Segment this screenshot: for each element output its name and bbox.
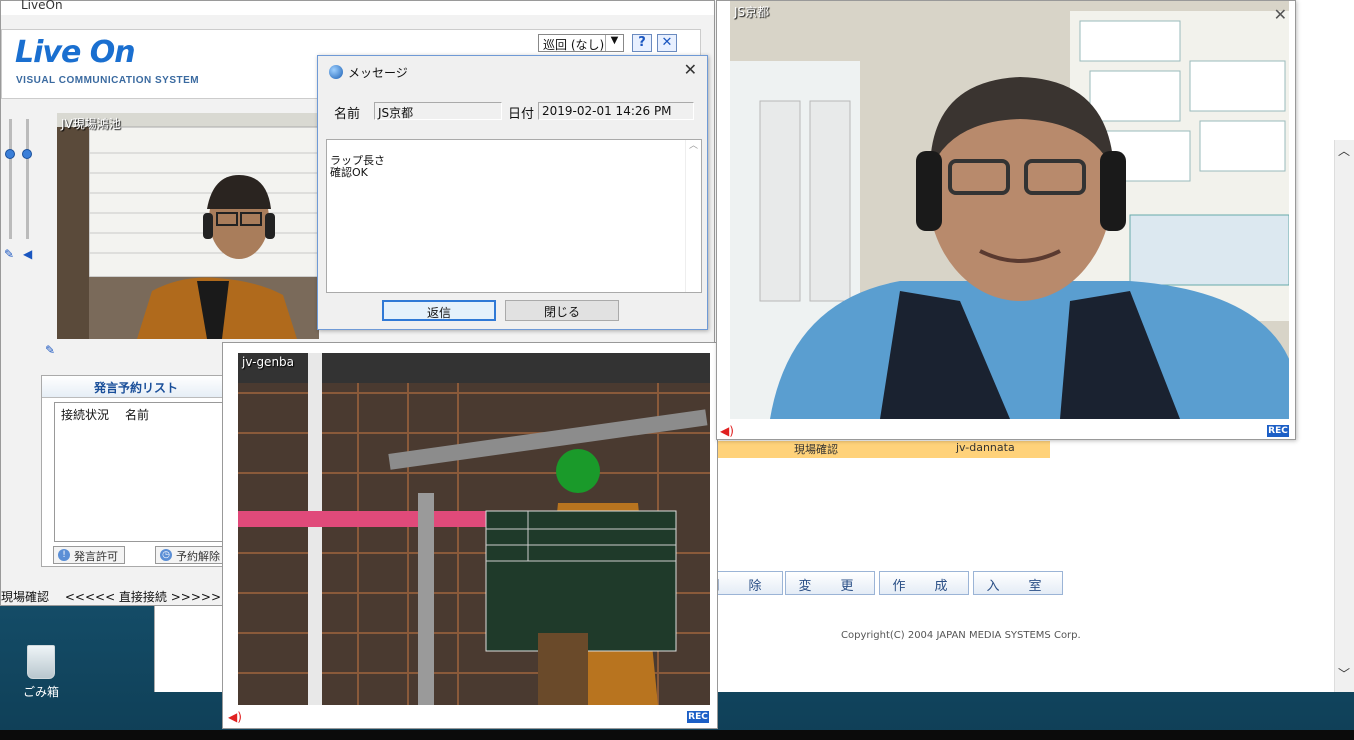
scroll-up-icon[interactable]: ︿ — [1338, 142, 1350, 159]
recycle-bin-icon — [27, 645, 55, 679]
create-button[interactable]: 作 成 — [879, 571, 969, 595]
genba-video-label: jv-genba — [242, 355, 295, 369]
title-bar[interactable]: LiveOn — [1, 0, 714, 15]
table-cell: jv-dannata — [956, 441, 1015, 454]
genba-video-window: jv-genba ◀) REC — [222, 342, 718, 729]
logo-subtitle: VISUAL COMMUNICATION SYSTEM — [16, 75, 200, 86]
reservation-title: 発言予約リスト — [42, 376, 230, 398]
taskbar[interactable] — [0, 730, 1354, 740]
mic-slider[interactable] — [26, 119, 29, 239]
enter-room-button[interactable]: 入 室 — [973, 571, 1063, 595]
table-row[interactable]: 現場確認 jv-dannata — [718, 441, 1050, 458]
message-scrollbar[interactable]: ︿ — [685, 140, 701, 292]
column-header-name: 名前 — [125, 408, 150, 422]
volume-slider-knob[interactable] — [5, 149, 15, 159]
patrol-select[interactable]: 巡回 (なし) ▼ — [538, 34, 624, 52]
sender-name-field: JS京都 — [374, 102, 502, 120]
reservation-list[interactable]: 接続状況 名前 — [54, 402, 226, 542]
message-text: ラップ長さ 確認OK — [330, 154, 385, 179]
dialog-title: メッセージ — [348, 66, 408, 80]
help-button[interactable]: ? — [632, 34, 652, 52]
copyright-text: Copyright(C) 2004 JAPAN MEDIA SYSTEMS Co… — [841, 630, 1081, 641]
date-label: 日付 — [508, 107, 535, 122]
speaker-icon[interactable]: ◀) — [228, 711, 242, 723]
message-dialog: メッセージ ✕ 名前 JS京都 日付 2019-02-01 14:26 PM ラ… — [317, 55, 708, 330]
local-video: JV現場鴻池 — [57, 113, 319, 339]
close-dialog-button[interactable]: 閉じる — [505, 300, 619, 321]
vertical-scrollbar[interactable]: ︿ ﹀ — [1334, 140, 1354, 692]
scroll-down-icon[interactable]: ﹀ — [1338, 665, 1350, 682]
permit-speak-button[interactable]: ! 発言許可 — [53, 546, 125, 564]
reply-button[interactable]: 返信 — [382, 300, 496, 321]
kyoto-video: JS京都 — [730, 1, 1289, 419]
cancel-reservation-button[interactable]: ◷ 予約解除 — [155, 546, 227, 564]
status-connection: <<<<< 直接接続 >>>>> — [64, 590, 222, 604]
close-icon[interactable]: ✕ — [1274, 5, 1287, 24]
name-label: 名前 — [334, 107, 361, 122]
rec-badge[interactable]: REC — [687, 711, 709, 723]
patrol-select-value: 巡回 (なし) — [543, 38, 605, 52]
permit-speak-label: 発言許可 — [74, 550, 118, 563]
volume-slider[interactable] — [9, 119, 12, 239]
table-cell: 現場確認 — [794, 443, 838, 456]
speak-reservation-panel: 発言予約リスト 接続状況 名前 — [41, 375, 231, 567]
genba-video: jv-genba — [238, 353, 710, 705]
status-left: 現場確認 — [1, 590, 50, 604]
liveon-logo: Live On — [15, 35, 136, 70]
window-title: LiveOn — [21, 0, 63, 12]
column-header-status: 接続状況 — [61, 408, 110, 422]
close-button[interactable]: ✕ — [657, 34, 677, 52]
info-icon: ! — [58, 549, 70, 561]
mic-icon[interactable]: ✎ — [4, 247, 14, 261]
mic-slider-knob[interactable] — [22, 149, 32, 159]
rec-badge[interactable]: REC — [1267, 425, 1289, 437]
kyoto-video-window: JS京都 ✕ ◀) REC — [716, 0, 1296, 440]
message-body[interactable]: ラップ長さ 確認OK ︿ — [326, 139, 702, 293]
close-icon[interactable]: ✕ — [684, 60, 697, 79]
speaker-icon[interactable]: ◀ — [23, 247, 32, 261]
recycle-bin-shortcut[interactable]: ごみ箱 — [18, 645, 64, 700]
clock-icon: ◷ — [160, 549, 172, 561]
speaker-icon[interactable]: ◀) — [720, 425, 734, 437]
status-bar: 現場確認 <<<<< 直接接続 >>>>> — [1, 585, 223, 605]
liveon-app-icon — [329, 65, 343, 79]
date-field: 2019-02-01 14:26 PM — [538, 102, 694, 120]
cancel-reservation-label: 予約解除 — [176, 550, 220, 563]
recycle-bin-label: ごみ箱 — [22, 685, 59, 699]
edit-button[interactable]: 変 更 — [785, 571, 875, 595]
local-video-label: JV現場鴻池 — [61, 117, 121, 131]
pin-icon[interactable]: ✎ — [45, 343, 55, 357]
chevron-down-icon[interactable]: ▼ — [605, 35, 623, 51]
kyoto-video-label: JS京都 — [734, 5, 770, 19]
